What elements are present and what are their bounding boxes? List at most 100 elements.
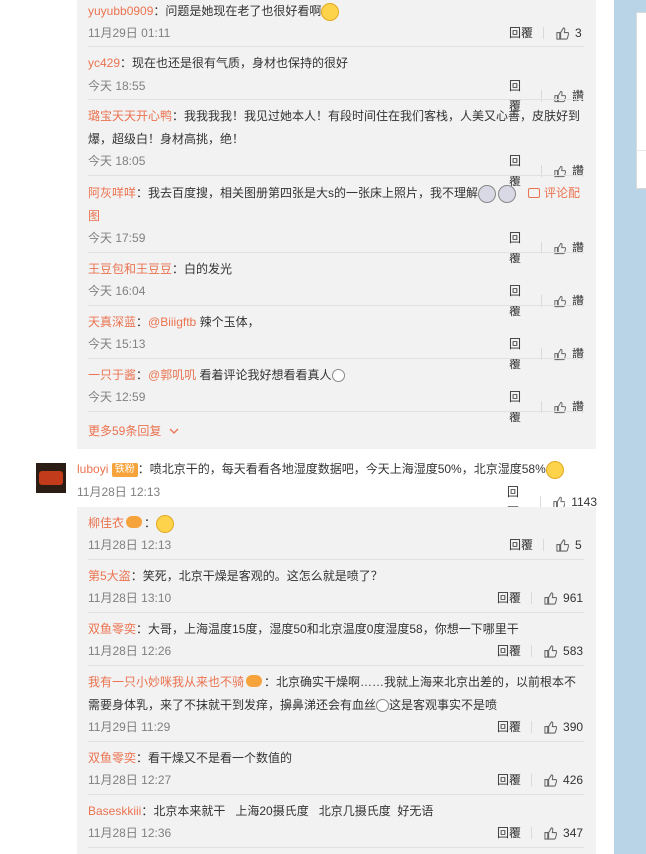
thumb-up-icon[interactable] — [556, 538, 570, 552]
mention-link[interactable]: @Biiigftb — [148, 315, 196, 329]
reply-text: ：北京确实干燥啊……我就上海来北京出差的，以前根本不 — [264, 675, 577, 689]
reply-button[interactable]: 回覆 — [509, 23, 533, 43]
more-replies-label: 更多59条回复 — [88, 424, 162, 438]
reply-meta: 11月28日 12:36 回覆 347 — [88, 823, 584, 843]
vip-icon — [246, 675, 263, 687]
like-label[interactable]: 讚 — [572, 397, 584, 417]
reply-time: 今天 17:59 — [88, 231, 146, 245]
reply-text: ：笑死，北京干燥是客观的。这怎么就是喷了？ — [130, 569, 383, 583]
reply-username[interactable]: 一只于酱 — [88, 368, 136, 382]
reply-meta: 今天 12:59 回覆 讚 — [88, 387, 584, 424]
like-label[interactable]: 讚 — [572, 291, 584, 311]
chevron-down-icon — [169, 428, 179, 434]
reply-time: 今天 18:05 — [88, 154, 146, 168]
more-replies-link[interactable]: 更多59条回复 — [88, 421, 179, 441]
reply-meta: 11月28日 12:13 回覆 5 — [88, 535, 584, 555]
reply-text: 需要身体乳，来了不抹就干到发痒，擤鼻涕还会有血丝 — [88, 698, 377, 712]
reply-username[interactable]: 双鱼零奕 — [88, 751, 136, 765]
reply-username[interactable]: 阿灰咩咩 — [88, 186, 136, 200]
reply-time: 今天 18:55 — [88, 79, 146, 93]
reply-username[interactable]: 第5大盗 — [88, 569, 131, 583]
divider — [88, 741, 584, 742]
reply-item: 璐宝天天开心鸭：我我我我！我见过她本人！有段时间住在我们客栈，人美又心善，皮肤好… — [88, 105, 584, 151]
comment-body: luboyi 铁粉 ：喷北京干的，每天看看各地湿度数据吧，今天上海湿度50%，北京… — [77, 458, 597, 481]
reply-username[interactable]: 柳佳衣 — [88, 516, 124, 530]
fan-badge[interactable]: 铁粉 — [111, 463, 138, 477]
thumb-up-icon[interactable] — [544, 720, 558, 734]
reply-actions: 回覆 3 — [509, 23, 582, 43]
divider — [88, 847, 584, 848]
divider — [88, 612, 584, 613]
thumb-up-icon[interactable] — [556, 26, 570, 40]
thumb-up-icon[interactable] — [554, 90, 566, 103]
reply-username[interactable]: yuyubb0909 — [88, 4, 153, 18]
thumb-up-icon[interactable] — [544, 591, 558, 605]
like-label[interactable]: 讚 — [572, 161, 584, 181]
mention-link[interactable]: @郭叽叽 — [148, 368, 196, 382]
reply-username[interactable]: 璐宝天天开心鸭 — [88, 109, 172, 123]
reply-text: ：现在也还是很有气质，身材也保持的很好 — [120, 56, 349, 70]
reply-username[interactable]: Baseskkiii — [88, 804, 141, 818]
emoji-icon — [156, 514, 175, 533]
reply-username[interactable]: 我有一只小妙咪我从来也不骑 — [88, 675, 244, 689]
thumb-up-icon[interactable] — [544, 644, 558, 658]
reply-username[interactable]: 王豆包和王豆豆 — [88, 262, 172, 276]
reply-actions: 回覆 426 — [497, 770, 583, 790]
reply-button[interactable]: 回覆 — [497, 717, 521, 737]
reply-item: yuyubb0909：问题是她现在老了也很好看啊 — [88, 0, 584, 23]
reply-username[interactable]: 双鱼零奕 — [88, 622, 136, 636]
like-label[interactable]: 讚 — [572, 86, 584, 106]
divider — [88, 175, 584, 176]
like-label[interactable]: 讚 — [572, 344, 584, 364]
reply-button[interactable]: 回覆 — [497, 770, 521, 790]
reply-item: 阿灰咩咩：我去百度搜，相关图册第四张是大s的一张床上照片，我不理解 评论配 图 — [88, 182, 584, 228]
like-count: 583 — [563, 644, 584, 658]
comment-icon — [528, 188, 541, 198]
vip-icon — [126, 516, 143, 528]
emoji-icon — [498, 184, 517, 203]
like-label[interactable]: 讚 — [572, 238, 584, 258]
reply-button[interactable]: 回覆 — [497, 588, 521, 608]
reply-text: 辣个玉体， — [196, 315, 260, 329]
reply-text: ：北京本来就干 上海20摄氏度 北京几摄氏度 好无语 — [141, 804, 434, 818]
reply-button[interactable]: 回覆 — [509, 387, 531, 427]
reply-meta: 今天 15:13 回覆 讚 — [88, 334, 584, 371]
reply-item: 我有一只小妙咪我从来也不骑 ：北京确实干燥啊……我就上海来北京出差的，以前根本不 … — [88, 671, 584, 717]
reply-actions: 回覆 347 — [497, 823, 583, 843]
reply-time: 11月28日 13:10 — [88, 591, 172, 605]
reply-time: 11月29日 11:29 — [88, 720, 171, 734]
reply-item: 王豆包和王豆豆：白的发光 — [88, 258, 584, 281]
comment-image-link[interactable]: 评论配 — [528, 186, 580, 200]
reply-username[interactable]: 天真深蓝 — [88, 315, 136, 329]
reply-meta: 今天 18:55 回覆 讚 — [88, 76, 584, 113]
emoji-icon — [376, 699, 390, 713]
reply-text: ：白的发光 — [172, 262, 233, 276]
emoji-icon — [321, 2, 340, 21]
comment-text: ：喷北京干的，每天看看各地湿度数据吧，今天上海湿度50%，北京湿度58% — [137, 462, 546, 476]
thumb-up-icon[interactable] — [544, 773, 558, 787]
thumb-up-icon[interactable] — [544, 826, 558, 840]
reply-text: 这是客观事实不是喷 — [389, 698, 498, 712]
reply-item: 柳佳衣 ： — [88, 512, 584, 535]
reply-meta: 11月29日 11:29 回覆 390 — [88, 717, 584, 737]
reply-meta: 今天 16:04 回覆 讚 — [88, 281, 584, 318]
reply-meta: 11月29日 01:11 回覆 3 — [88, 23, 584, 43]
reply-button[interactable]: 回覆 — [497, 823, 521, 843]
reply-button[interactable]: 回覆 — [509, 535, 533, 555]
reply-actions: 回覆 讚 — [509, 387, 584, 427]
comment-link-label-cont[interactable]: 图 — [88, 205, 584, 228]
reply-username[interactable]: yc429 — [88, 56, 120, 70]
reply-actions: 回覆 390 — [497, 717, 583, 737]
avatar[interactable] — [36, 463, 66, 493]
divider — [88, 794, 584, 795]
reply-button[interactable]: 回覆 — [497, 641, 521, 661]
reply-text: ： — [144, 516, 157, 530]
comment-username[interactable]: luboyi — [77, 462, 108, 476]
reply-text: ：我我我我！我见过她本人！有段时间住在我们客栈，人美又心善，皮肤好到 — [172, 109, 581, 123]
reply-item: 双鱼零奕：看干燥又不是看一个数值的 — [88, 747, 584, 770]
divider — [88, 665, 584, 666]
side-panel — [636, 12, 646, 189]
like-count: 3 — [575, 26, 582, 40]
reply-text: 看着评论我好想看看真人 — [196, 368, 332, 382]
reply-time: 今天 12:59 — [88, 390, 146, 404]
